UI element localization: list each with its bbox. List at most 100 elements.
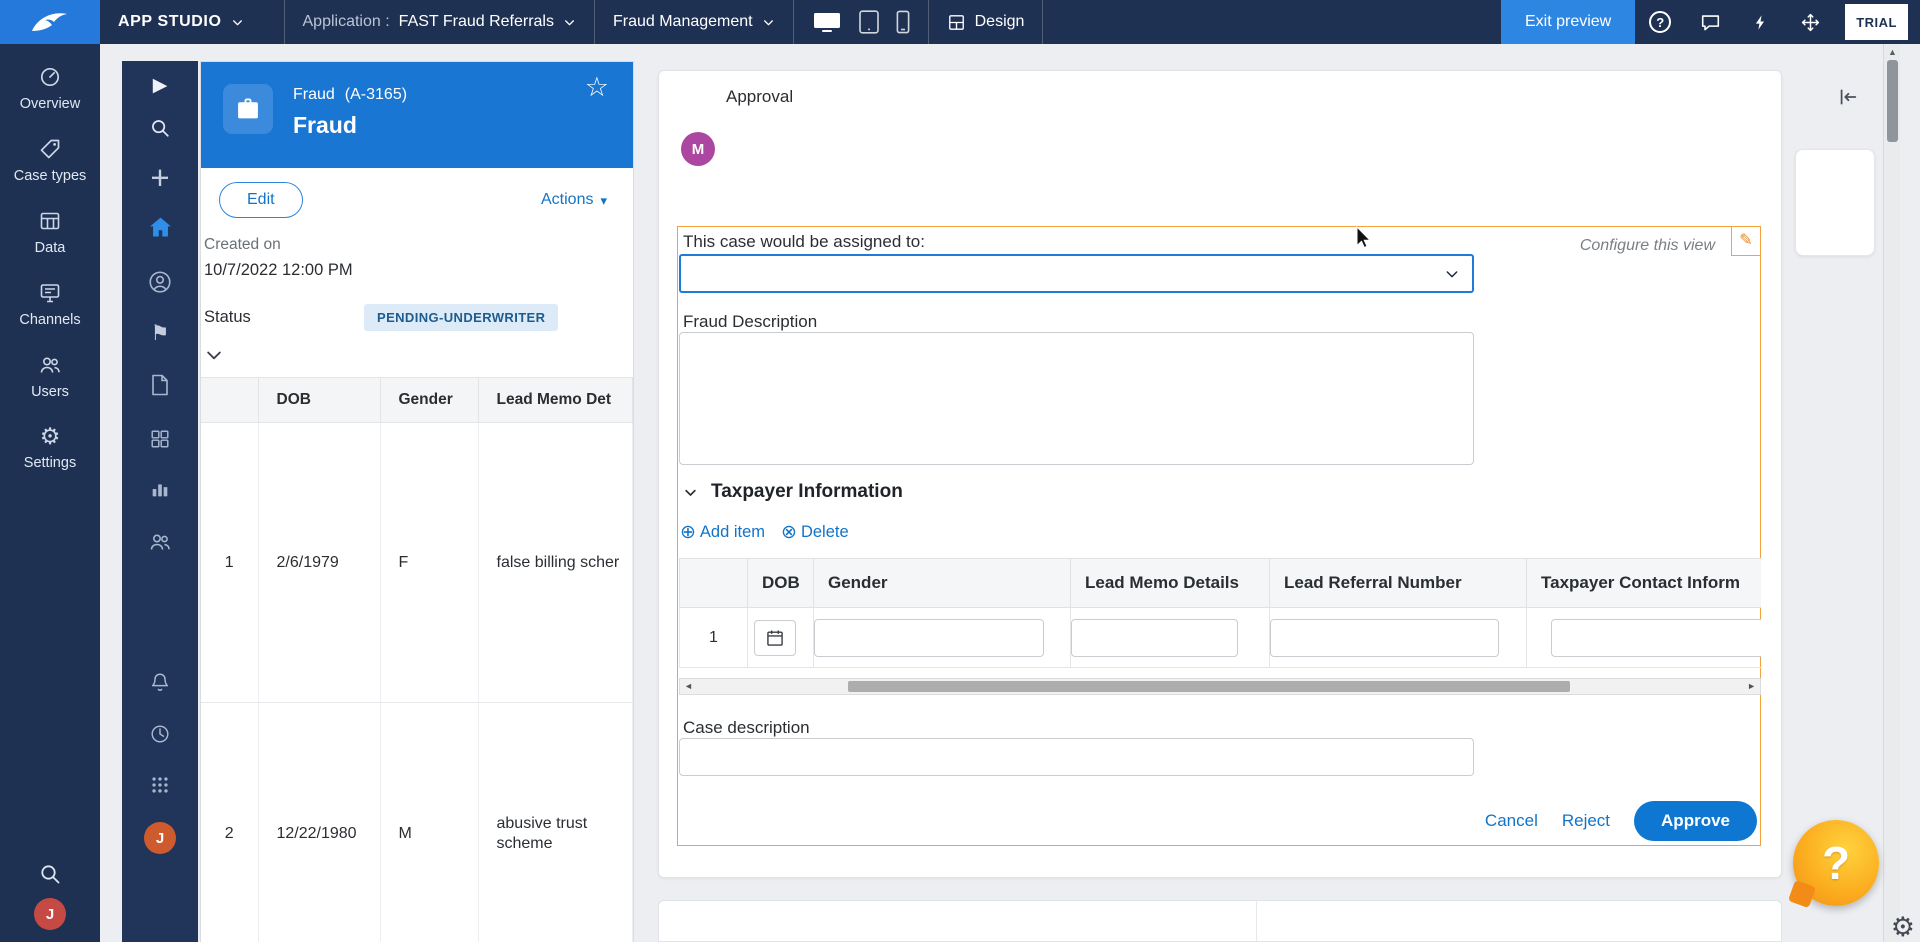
rail-add-button[interactable]: +: [122, 161, 198, 194]
taxpayer-section-header[interactable]: Taxpayer Information: [683, 481, 903, 503]
actions-menu-button[interactable]: Actions ▾: [541, 191, 607, 209]
rail-flag-button[interactable]: ⚑: [122, 323, 198, 344]
delete-item-button[interactable]: ⊗ Delete: [781, 523, 849, 542]
table-row[interactable]: 1 2/6/1979 F false billing scher: [201, 422, 633, 703]
scroll-left-arrow-icon[interactable]: ◄: [684, 682, 693, 691]
rail-people-button[interactable]: [122, 530, 198, 554]
cancel-button[interactable]: Cancel: [1485, 811, 1538, 831]
support-chat-button[interactable]: ?: [1793, 820, 1879, 906]
column-header: Lead Memo Det: [478, 377, 633, 423]
horizontal-scrollbar-thumb[interactable]: [848, 681, 1570, 692]
rail-home-button[interactable]: [122, 214, 198, 241]
gender-input[interactable]: [814, 618, 1044, 657]
rail-files-button[interactable]: [122, 373, 198, 397]
pega-logo[interactable]: [0, 0, 100, 44]
home-icon: [149, 217, 171, 237]
actions-label: Actions: [541, 191, 594, 208]
sidebar-search-button[interactable]: [38, 850, 62, 898]
chat-icon: [1701, 15, 1719, 31]
sidebar-item-channels[interactable]: Channels: [0, 268, 100, 340]
lead-memo-input[interactable]: [1071, 618, 1238, 657]
people-icon: [150, 534, 170, 550]
preview-tablet-button[interactable]: [858, 9, 880, 35]
exit-preview-button[interactable]: Exit preview: [1500, 0, 1636, 44]
sidebar-item-label: Channels: [19, 312, 81, 328]
help-button[interactable]: ?: [1635, 0, 1685, 44]
rail-recents-button[interactable]: [122, 723, 198, 745]
sidebar-item-label: Case types: [13, 168, 87, 184]
design-icon: [948, 14, 964, 30]
assignee-avatar[interactable]: M: [681, 132, 715, 166]
preview-desktop-button[interactable]: [812, 10, 842, 34]
delete-label: Delete: [800, 523, 849, 541]
sidebar-item-settings[interactable]: ⚙ Settings: [0, 412, 100, 483]
edit-button[interactable]: Edit: [219, 182, 303, 218]
approve-button[interactable]: Approve: [1634, 801, 1757, 841]
sidebar-item-overview[interactable]: Overview: [0, 52, 100, 124]
favorite-star-icon[interactable]: ☆: [585, 74, 609, 101]
rail-spaces-button[interactable]: [122, 428, 198, 450]
expand-details-button[interactable]: [204, 345, 228, 365]
sidebar-item-users[interactable]: Users: [0, 340, 100, 412]
chevron-down-icon: [1444, 266, 1460, 282]
assignee-select[interactable]: [679, 254, 1474, 293]
users-icon: [38, 353, 62, 377]
approval-step-title: Approval: [726, 87, 794, 106]
application-switcher[interactable]: Application : FAST Fraud Referrals: [285, 0, 594, 44]
sidebar-item-case-types[interactable]: Case types: [0, 124, 100, 196]
taxpayer-table: DOB Gender Lead Memo Details Lead Referr…: [679, 558, 1761, 668]
case-panel: Fraud (A-3165) ☆ Fraud Edit Actions ▾ Cr…: [200, 61, 634, 942]
chevron-down-icon: [565, 19, 574, 25]
clock-icon: [151, 725, 169, 743]
fraud-description-textarea[interactable]: [679, 332, 1474, 465]
case-description-label: Case description: [683, 718, 810, 737]
rail-search-button[interactable]: [122, 117, 198, 139]
lead-referral-input[interactable]: [1270, 618, 1499, 657]
rail-notifications-button[interactable]: [122, 670, 198, 694]
table-row[interactable]: 2 12/22/1980 M abusive trust scheme: [201, 702, 633, 942]
app-studio-menu[interactable]: APP STUDIO: [100, 0, 284, 44]
next-section-card: [658, 900, 1782, 942]
preview-phone-button[interactable]: [896, 10, 910, 34]
scroll-right-arrow-icon[interactable]: ►: [1747, 682, 1756, 691]
column-header: Lead Referral Number: [1269, 558, 1527, 608]
date-picker-button[interactable]: [754, 619, 796, 656]
runtime-tools-button[interactable]: [1785, 0, 1835, 44]
desktop-icon: [813, 13, 840, 32]
trial-badge: TRIAL: [1845, 4, 1908, 40]
crosshair-icon: [1801, 13, 1819, 31]
vertical-scrollbar[interactable]: ▲: [1883, 44, 1900, 942]
whats-new-button[interactable]: [1735, 0, 1785, 44]
device-preview-group: [794, 0, 928, 44]
context-picker[interactable]: Fraud Management: [595, 0, 793, 44]
scroll-up-arrow-icon[interactable]: ▲: [1884, 48, 1901, 57]
rail-reports-button[interactable]: [122, 478, 198, 500]
collapse-panel-button[interactable]: [1836, 86, 1860, 108]
case-description-input[interactable]: [679, 738, 1474, 776]
page-settings-gear-icon[interactable]: ⚙: [1891, 914, 1915, 941]
portal-user-avatar[interactable]: J: [144, 822, 176, 854]
sidebar-item-data[interactable]: Data: [0, 196, 100, 268]
created-on-value: 10/7/2022 12:00 PM: [204, 261, 353, 279]
reject-button[interactable]: Reject: [1562, 811, 1610, 831]
taxpayer-contact-input[interactable]: [1551, 618, 1761, 657]
sidebar-item-label: Users: [31, 384, 69, 400]
configure-view-label[interactable]: Configure this view: [1580, 237, 1715, 255]
row-number: 2: [201, 702, 259, 942]
vertical-scrollbar-thumb[interactable]: [1887, 60, 1898, 142]
document-icon: [152, 374, 168, 396]
add-item-button[interactable]: ⊕ Add item: [680, 523, 765, 542]
design-button[interactable]: Design: [929, 0, 1043, 44]
configure-view-button[interactable]: ✎: [1731, 226, 1761, 256]
column-header: Gender: [813, 558, 1071, 608]
rail-play-button[interactable]: ▶: [122, 76, 198, 95]
question-mark-icon: ?: [1821, 837, 1851, 889]
utilities-panel[interactable]: [1795, 149, 1875, 256]
horizontal-scrollbar[interactable]: ◄ ►: [679, 678, 1761, 695]
column-header: DOB: [747, 558, 814, 608]
rail-profile-button[interactable]: [122, 269, 198, 295]
rail-apps-button[interactable]: [122, 774, 198, 796]
user-avatar[interactable]: J: [34, 898, 66, 930]
feedback-button[interactable]: [1685, 0, 1735, 44]
caret-down-icon: ▾: [600, 192, 607, 208]
